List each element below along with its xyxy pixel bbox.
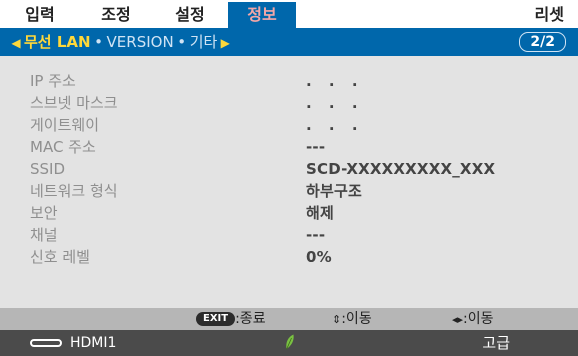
- hint-updown: ⇕:이동: [332, 308, 372, 330]
- subtab-wireless-lan[interactable]: 무선 LAN: [24, 28, 91, 56]
- status-bar: HDMI1 고급: [0, 330, 578, 356]
- menu-tab-setup[interactable]: 설정: [164, 2, 216, 28]
- info-label: SSID: [30, 160, 66, 178]
- info-row-ssid: SSID SCD-XXXXXXXXX_XXX: [30, 158, 570, 180]
- info-row-security: 보안 해제: [30, 202, 570, 224]
- info-value: . . .: [306, 116, 364, 134]
- page-indicator: 2/2: [519, 32, 566, 52]
- separator-dot: •: [94, 33, 103, 51]
- info-label: IP 주소: [30, 72, 76, 90]
- menu-tab-adjust[interactable]: 조정: [90, 2, 142, 28]
- info-label: 채널: [30, 226, 58, 244]
- hint-exit-label: :종료: [235, 311, 266, 327]
- info-label: 스브넷 마스크: [30, 94, 118, 112]
- info-row-mac-address: MAC 주소 ---: [30, 136, 570, 158]
- info-row-channel: 채널 ---: [30, 224, 570, 246]
- hint-updown-label: :이동: [341, 311, 372, 327]
- leftright-arrow-icon: ◂▸: [452, 313, 464, 326]
- help-bar: EXIT:종료 ⇕:이동 ◂▸:이동: [0, 308, 578, 330]
- info-value: . . .: [306, 94, 364, 112]
- info-value: ---: [306, 226, 326, 244]
- eco-leaf-icon: [286, 334, 294, 350]
- menu-tab-input[interactable]: 입력: [14, 2, 66, 28]
- updown-arrow-icon: ⇕: [332, 313, 342, 326]
- info-row-network-type: 네트워크 형식 하부구조: [30, 180, 570, 202]
- main-menu-bar: 입력 조정 설정 정보 리셋: [0, 0, 578, 28]
- info-row-subnet-mask: 스브넷 마스크 . . .: [30, 92, 570, 114]
- info-label: 신호 레벨: [30, 248, 90, 266]
- hdmi-connector-icon: [30, 339, 62, 347]
- info-value: . . .: [306, 72, 364, 90]
- menu-tab-info[interactable]: 정보: [228, 2, 296, 28]
- scroll-left-icon[interactable]: ◀: [8, 29, 24, 57]
- projector-osd: 입력 조정 설정 정보 리셋 ◀ 무선 LAN • VERSION • 기타 ▶ 2/2 I…: [0, 0, 578, 356]
- scroll-right-icon[interactable]: ▶: [217, 29, 233, 57]
- sub-tab-bar: ◀ 무선 LAN • VERSION • 기타 ▶ 2/2: [0, 28, 578, 56]
- info-label: 보안: [30, 204, 58, 222]
- info-value: ---: [306, 138, 326, 156]
- info-label: 게이트웨이: [30, 116, 100, 134]
- info-row-gateway: 게이트웨이 . . .: [30, 114, 570, 136]
- info-row-ip-address: IP 주소 . . .: [30, 70, 570, 92]
- menu-tab-reset[interactable]: 리셋: [535, 2, 564, 28]
- separator-dot: •: [177, 33, 187, 51]
- info-value: 0%: [306, 248, 332, 266]
- hint-leftright: ◂▸:이동: [452, 308, 494, 330]
- exit-key-icon: EXIT: [196, 312, 236, 326]
- info-value: SCD-XXXXXXXXX_XXX: [306, 160, 496, 178]
- hint-exit: EXIT:종료: [196, 308, 266, 330]
- hint-leftright-label: :이동: [463, 311, 494, 327]
- menu-mode: 고급: [482, 334, 510, 352]
- info-value: 하부구조: [306, 182, 363, 200]
- input-source-label: HDMI1: [70, 335, 117, 351]
- info-label: MAC 주소: [30, 138, 96, 156]
- info-label: 네트워크 형식: [30, 182, 118, 200]
- info-value: 해제: [306, 204, 335, 222]
- subtab-others[interactable]: 기타: [190, 28, 218, 56]
- info-row-signal-level: 신호 레벨 0%: [30, 246, 570, 268]
- info-panel: IP 주소 . . . 스브넷 마스크 . . . 게이트웨이 . . . MA…: [0, 56, 578, 308]
- subtab-version[interactable]: VERSION: [107, 28, 174, 56]
